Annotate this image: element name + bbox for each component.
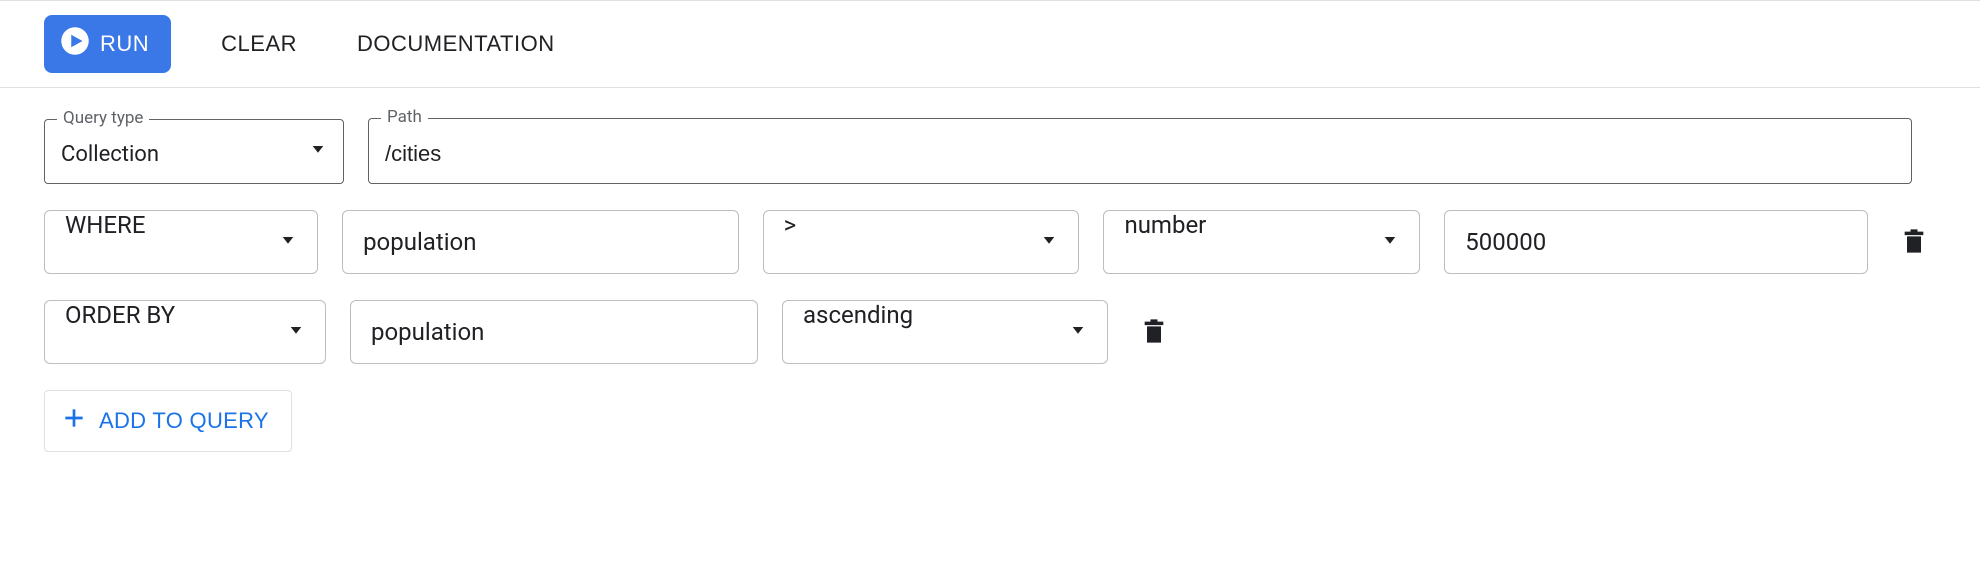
path-field[interactable]: Path — [368, 118, 1912, 184]
delete-orderby-button[interactable] — [1132, 309, 1176, 356]
where-operator-select[interactable]: > — [763, 210, 1080, 274]
query-type-legend: Query type — [57, 108, 149, 128]
where-value-input[interactable] — [1444, 210, 1868, 274]
play-icon — [60, 26, 90, 62]
trash-icon — [1900, 227, 1928, 258]
where-type-select[interactable]: number — [1103, 210, 1420, 274]
orderby-row: ORDER BY ascending — [44, 300, 1936, 364]
orderby-clause-value: ORDER BY — [45, 301, 325, 363]
add-to-query-button[interactable]: ADD TO QUERY — [44, 390, 292, 452]
orderby-direction-select[interactable]: ascending — [782, 300, 1108, 364]
query-type-value: Collection — [45, 120, 343, 183]
where-field-value[interactable] — [343, 211, 738, 273]
query-builder: Query type Collection Path WHERE > numbe… — [0, 88, 1980, 492]
where-type-value: number — [1104, 211, 1419, 273]
orderby-clause-select[interactable]: ORDER BY — [44, 300, 326, 364]
add-to-query-label: ADD TO QUERY — [99, 408, 269, 434]
where-row: WHERE > number — [44, 210, 1936, 274]
clear-button[interactable]: CLEAR — [211, 19, 307, 69]
trash-icon — [1140, 317, 1168, 348]
toolbar: RUN CLEAR DOCUMENTATION — [0, 0, 1980, 88]
path-input[interactable] — [369, 119, 1911, 183]
query-header-row: Query type Collection Path — [44, 118, 1936, 184]
plus-icon — [61, 405, 87, 437]
orderby-direction-value: ascending — [783, 301, 1107, 363]
orderby-field-value[interactable] — [351, 301, 757, 363]
run-button[interactable]: RUN — [44, 15, 171, 73]
where-clause-select[interactable]: WHERE — [44, 210, 318, 274]
orderby-field-input[interactable] — [350, 300, 758, 364]
query-type-select[interactable]: Query type Collection — [44, 119, 344, 184]
where-clause-value: WHERE — [45, 211, 317, 273]
where-operator-value: > — [764, 211, 1079, 273]
where-field-input[interactable] — [342, 210, 739, 274]
delete-where-button[interactable] — [1892, 219, 1936, 266]
path-legend: Path — [381, 107, 428, 127]
run-button-label: RUN — [100, 31, 149, 57]
where-value[interactable] — [1445, 211, 1867, 273]
documentation-button[interactable]: DOCUMENTATION — [347, 19, 565, 69]
